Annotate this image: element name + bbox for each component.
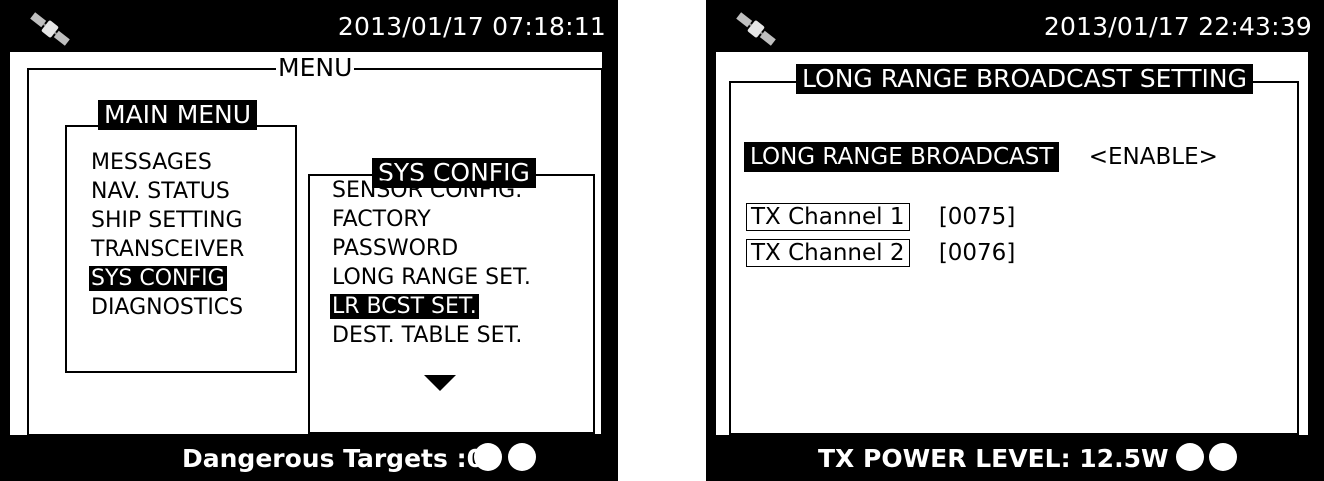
footer-status: TX POWER LEVEL: 12.5W xyxy=(818,444,1169,473)
menu-item-label: LR BCST SET. xyxy=(330,294,479,319)
menu-item[interactable]: MESSAGES xyxy=(89,148,246,177)
menu-item[interactable]: SENSOR CONFIG. xyxy=(330,176,533,205)
main-menu-title: MAIN MENU xyxy=(98,100,258,130)
menu-item[interactable]: DEST. TABLE SET. xyxy=(330,321,533,350)
menu-item-label: SYS CONFIG xyxy=(89,266,227,291)
menu-item-label: SHIP SETTING xyxy=(91,208,243,233)
menu-item-label: MESSAGES xyxy=(91,150,212,175)
left-display-screen: 2013/01/17 07:18:11 MENU MAIN MENU MESSA… xyxy=(0,0,618,481)
menu-item-label: FACTORY xyxy=(332,207,431,232)
menu-item-label: LONG RANGE SET. xyxy=(332,265,531,290)
tx-channel-label: TX Channel 2 xyxy=(746,239,910,267)
menu-item-label: TRANSCEIVER xyxy=(91,237,245,262)
menu-item[interactable]: SHIP SETTING xyxy=(89,206,246,235)
menu-item-label: PASSWORD xyxy=(332,236,459,261)
menu-item-label: DEST. TABLE SET. xyxy=(332,323,523,348)
menu-item-label: DIAGNOSTICS xyxy=(91,295,244,320)
tx-channel-label: TX Channel 1 xyxy=(746,203,910,231)
menu-item-label: NAV. STATUS xyxy=(91,179,230,204)
scroll-down-arrow-icon[interactable] xyxy=(424,375,456,391)
menu-item[interactable]: FACTORY xyxy=(330,205,533,234)
panel-title: MENU xyxy=(276,53,355,83)
footer-status: Dangerous Targets :0 xyxy=(182,444,484,473)
menu-item[interactable]: LONG RANGE SET. xyxy=(330,263,533,292)
status-indicator-dot xyxy=(508,443,536,471)
status-indicator-dot xyxy=(1209,443,1237,471)
tx-channel-value[interactable]: [0075] xyxy=(939,204,1015,230)
panel-title: LONG RANGE BROADCAST SETTING xyxy=(796,64,1253,94)
menu-panel: MENU MAIN MENU MESSAGES NAV. STATUS SHIP S… xyxy=(10,52,603,436)
datetime-display: 2013/01/17 22:43:39 xyxy=(1043,12,1312,41)
menu-item[interactable]: NAV. STATUS xyxy=(89,177,246,206)
status-indicator-dot xyxy=(1176,443,1204,471)
tx-channel-row[interactable]: TX Channel 1 [0075] xyxy=(746,203,1015,231)
datetime-display: 2013/01/17 07:18:11 xyxy=(337,12,606,41)
broadcast-label: LONG RANGE BROADCAST xyxy=(744,142,1060,172)
menu-item[interactable]: PASSWORD xyxy=(330,234,533,263)
menu-item[interactable]: SYS CONFIG xyxy=(89,264,246,293)
broadcast-row[interactable]: LONG RANGE BROADCAST <ENABLE> xyxy=(744,142,1218,172)
menu-item[interactable]: DIAGNOSTICS xyxy=(89,293,246,322)
menu-item[interactable]: TRANSCEIVER xyxy=(89,235,246,264)
main-menu-list: MESSAGES NAV. STATUS SHIP SETTING TRANSCEIV… xyxy=(89,148,246,322)
menu-item[interactable]: LR BCST SET. xyxy=(330,292,533,321)
satellite-icon xyxy=(30,12,70,46)
satellite-icon xyxy=(736,12,776,46)
tx-channel-row[interactable]: TX Channel 2 [0076] xyxy=(746,239,1015,267)
menu-item-label: SENSOR CONFIG. xyxy=(332,178,523,203)
settings-panel: LONG RANGE BROADCAST SETTING LONG RANGE … xyxy=(716,52,1308,435)
sys-config-list: SENSOR CONFIG. FACTORY PASSWORD LONG RANGE … xyxy=(330,176,533,350)
status-indicator-dot xyxy=(474,443,502,471)
broadcast-value[interactable]: <ENABLE> xyxy=(1089,144,1218,170)
right-display-screen: 2013/01/17 22:43:39 LONG RANGE BROADCAST… xyxy=(706,0,1324,481)
tx-channel-value[interactable]: [0076] xyxy=(939,240,1015,266)
